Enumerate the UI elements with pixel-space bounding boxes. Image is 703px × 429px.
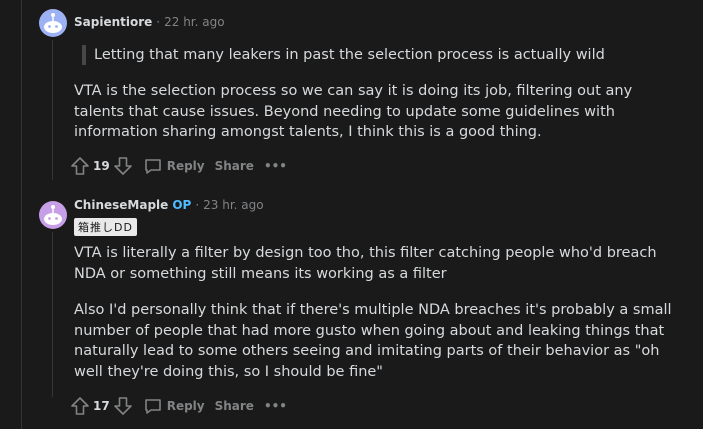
reply-button[interactable]: Reply: [143, 396, 205, 416]
timestamp[interactable]: 22 hr. ago: [164, 15, 224, 29]
thread-line[interactable]: [52, 40, 53, 180]
snoo-avatar-icon: [44, 13, 62, 33]
reply-button[interactable]: Reply: [143, 156, 205, 176]
snoo-avatar-icon: [44, 205, 62, 225]
blockquote: Letting that many leakers in past the se…: [82, 45, 605, 65]
reply-label: Reply: [166, 159, 205, 173]
comment-paragraph: VTA is the selection process so we can s…: [74, 83, 633, 140]
comment-actions: 19 Reply Share •••: [70, 154, 287, 178]
separator-dot: ·: [156, 15, 161, 29]
more-icon: •••: [263, 399, 287, 413]
vote-count: 19: [93, 159, 110, 173]
comment-meta: Sapientiore · 22 hr. ago: [74, 15, 225, 29]
more-options-button[interactable]: •••: [264, 399, 287, 413]
op-badge: OP: [172, 198, 192, 212]
share-button[interactable]: Share: [215, 399, 254, 413]
username[interactable]: Sapientiore: [74, 15, 152, 29]
upvote-icon[interactable]: [70, 156, 90, 176]
downvote-icon[interactable]: [113, 396, 133, 416]
more-icon: •••: [263, 159, 287, 173]
comment-meta: ChineseMaple OP · 23 hr. ago: [74, 198, 264, 212]
comment-actions: 17 Reply Share •••: [70, 394, 287, 418]
comment-paragraph: VTA is literally a filter by design too …: [74, 245, 657, 282]
comment-bubble-icon: [144, 399, 161, 414]
downvote-icon[interactable]: [113, 156, 133, 176]
username[interactable]: ChineseMaple: [74, 198, 168, 212]
vote-count: 17: [93, 399, 110, 413]
thread-line[interactable]: [21, 0, 22, 429]
avatar[interactable]: [39, 201, 67, 229]
comment-paragraph: Also I'd personally think that if there'…: [74, 302, 672, 380]
share-button[interactable]: Share: [215, 159, 254, 173]
reply-label: Reply: [166, 399, 205, 413]
thread-line[interactable]: [52, 232, 53, 397]
user-flair: 箱推しDD: [74, 218, 137, 236]
avatar[interactable]: [39, 9, 67, 37]
share-label: Share: [214, 159, 254, 173]
timestamp[interactable]: 23 hr. ago: [203, 198, 263, 212]
upvote-icon[interactable]: [70, 396, 90, 416]
separator-dot: ·: [195, 198, 200, 212]
share-label: Share: [214, 399, 254, 413]
more-options-button[interactable]: •••: [264, 159, 287, 173]
comment-bubble-icon: [144, 159, 161, 174]
